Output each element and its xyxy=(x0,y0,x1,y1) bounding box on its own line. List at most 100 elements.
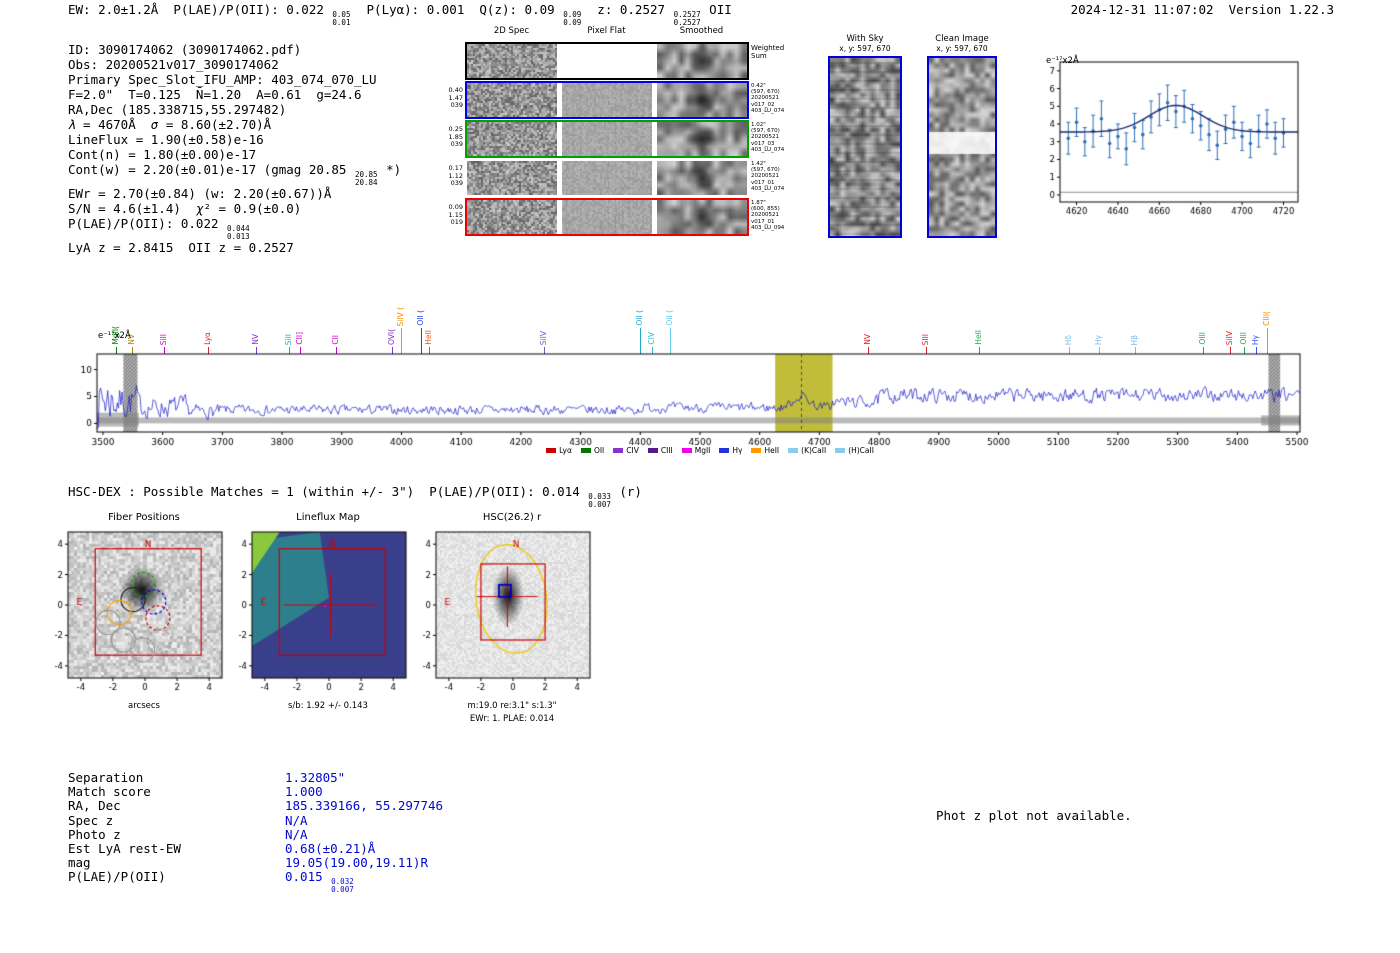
text-token: = 8.60(±2.70)Å xyxy=(158,117,272,132)
stacked-uncertainty: 0.032 0.007 xyxy=(331,877,354,894)
hsc-cutout-caption-2: EWr: 1. PLAE: 0.014 xyxy=(469,714,555,724)
text-token: EWr = 2.70(±0.84) (w: 2.20(±0.67))Å xyxy=(68,186,332,201)
cutout-smooth-panel xyxy=(657,44,747,78)
legend-label: OII xyxy=(593,446,605,455)
stacked-uncertainty: 0.2527 0.2527 xyxy=(673,10,701,27)
cutout-spec-panel xyxy=(467,161,557,195)
spectrum-legend: Lyα OII CIV CIII MgII Hγ HeII (K)CaII (H)CaII xyxy=(430,446,990,455)
legend-swatch xyxy=(546,448,557,453)
legend-item: (K)CaII xyxy=(788,446,826,455)
match-table-label: Match score xyxy=(68,784,151,800)
cutout-spec-panel xyxy=(467,122,557,156)
clean-image-title: Clean Image xyxy=(935,34,989,44)
lineflux-map-plot: Lineflux Map s/b: 1.92 +/- 0.143 xyxy=(222,508,422,713)
cutout-row-annotation: 1.42" (597, 670) 20200521 v017_01 403_LU_074 xyxy=(751,161,785,192)
cutout-flat-panel xyxy=(562,44,652,78)
legend-swatch xyxy=(580,448,591,453)
text-token: *) xyxy=(378,162,402,177)
clean-image-panel: Clean Image x, y: 597, 670 xyxy=(922,34,1002,238)
with-sky-image xyxy=(828,56,902,238)
elixer-report-page: EW: 2.0±1.2Å P(LAE)/P(OII): 0.022 0.05 0.… xyxy=(0,0,1400,953)
legend-item: (H)CaII xyxy=(835,446,874,455)
hsc-cutout-plot: HSC(26.2) r m:19.0 re:3.1" s:1.3" EWr: 1… xyxy=(406,508,606,726)
cutout-row xyxy=(465,81,749,119)
match-table-label: Spec z xyxy=(68,812,114,828)
cutout-row-left-labels: 0.25 1.85 039 xyxy=(448,125,463,148)
stacked-uncertainty: 0.044 0.013 xyxy=(227,224,250,241)
cutout-row-annotation: 1.87" (600, 855) 20200521 v017_01 403_LU_094 xyxy=(751,200,785,231)
legend-label: Lyα xyxy=(559,446,572,455)
text-token: (r) xyxy=(611,484,642,499)
legend-swatch xyxy=(751,448,762,453)
cutout-spec-panel xyxy=(467,200,557,234)
match-table-label: Photo z xyxy=(68,826,121,842)
spectral-line-label: OII ( xyxy=(635,310,645,326)
text-token: OII xyxy=(701,2,732,17)
2d-spectra-cutouts-section: 2D Spec Pixel Flat Smoothed Weighted Sum 0… xyxy=(443,26,813,250)
spectral-line-label: CIII( xyxy=(1262,311,1272,326)
text-token: ID: 3090174062 (3090174062.pdf) xyxy=(68,42,302,57)
legend-label: Hγ xyxy=(732,446,743,455)
match-table-row: Est LyA rest-EW 0.68(±0.21)Å xyxy=(68,840,443,856)
fiber-positions-plot: Fiber Positions arcsecs xyxy=(38,508,238,713)
text-token: = 4670Å xyxy=(75,117,151,132)
match-table-value: 0.68(±0.21)Å xyxy=(285,840,376,856)
cutout-row xyxy=(465,198,749,236)
legend-label: (K)CaII xyxy=(801,446,827,455)
cutout-spec-panel xyxy=(467,44,557,78)
emission-line-labels: MgII(NV SiII Lyα NV SiII CII] CII OVI(SiIV (OII… xyxy=(0,264,1400,354)
main-spectrum-canvas xyxy=(60,342,1320,454)
text-token: HSC-DEX : Possible Matches = 1 (within +… xyxy=(68,484,588,499)
timestamp-version: 2024-12-31 11:07:02 Version 1.22.3 xyxy=(1070,2,1334,17)
text-token: P(Lyα): 0.001 Q(z): 0.09 xyxy=(351,2,563,17)
lineflux-map-title: Lineflux Map xyxy=(296,512,360,523)
match-table-row: mag 19.05(19.00,19.11)R xyxy=(68,855,443,871)
match-table: Separation 1.32805" Match score 1.000 RA, De… xyxy=(68,770,443,894)
match-table-row: Separation 1.32805" xyxy=(68,770,443,785)
spectral-line-label: OII ( xyxy=(415,310,425,326)
cutout-smooth-panel xyxy=(657,83,747,117)
legend-swatch xyxy=(647,448,658,453)
cutout-smooth-panel xyxy=(657,200,747,234)
legend-swatch xyxy=(835,448,846,453)
legend-label: CIV xyxy=(626,446,639,455)
hscdex-summary: HSC-DEX : Possible Matches = 1 (within +… xyxy=(68,484,642,508)
cutout-spec-panel xyxy=(467,83,557,117)
match-table-label: mag xyxy=(68,855,91,871)
cutout-row-annotation: 0.42" (597, 670) 20200521 v017_02 403_LU_074 xyxy=(751,83,785,114)
stacked-uncertainty: 0.033 0.007 xyxy=(588,492,611,509)
stacked-uncertainty: 0.05 0.01 xyxy=(332,10,351,27)
legend-item: Hγ xyxy=(719,446,742,455)
text-token: LyA z = 2.8415 OII z = 0.2527 xyxy=(68,240,294,255)
fiber-positions-xlabel: arcsecs xyxy=(128,701,160,711)
info-line: Obs: 20200521v017_3090174062 xyxy=(68,57,401,72)
info-line: LyA z = 2.8415 OII z = 0.2527 xyxy=(68,240,401,255)
legend-swatch xyxy=(788,448,799,453)
zoom-spectrum-canvas xyxy=(1034,50,1306,220)
match-table-row: Match score 1.000 xyxy=(68,784,443,800)
text-token: S/N = 4.6(±1.4) xyxy=(68,201,196,216)
text-token: ² = 0.9(±0.0) xyxy=(203,201,302,216)
legend-label: (H)CaII xyxy=(848,446,874,455)
text-token: RA,Dec (185.338715,55.297482) xyxy=(68,102,287,117)
match-table-value: N/A xyxy=(285,826,308,842)
clean-image-subtitle: x, y: 597, 670 xyxy=(936,44,988,53)
weighted-sum-label: Weighted Sum xyxy=(751,44,785,60)
fiber-positions-canvas xyxy=(38,526,230,696)
info-line: EWr = 2.70(±0.84) (w: 2.20(±0.67))Å xyxy=(68,186,401,201)
legend-swatch xyxy=(681,448,692,453)
lineflux-map-caption: s/b: 1.92 +/- 0.143 xyxy=(288,701,368,711)
match-table-value: 0.015 0.032 0.007 xyxy=(285,869,354,894)
match-table-value: 1.32805" xyxy=(285,770,346,785)
legend-label: HeII xyxy=(764,446,780,455)
legend-item: HeII xyxy=(751,446,779,455)
cutout-row xyxy=(465,159,749,197)
info-line: λ = 4670Å σ = 8.60(±2.70)Å xyxy=(68,117,401,132)
legend-item: OII xyxy=(580,446,605,455)
cutout-rows: Weighted Sum 0.40 1.47 039 0.42" (597, 670) 202… xyxy=(443,26,813,250)
match-table-label: RA, Dec xyxy=(68,798,121,814)
match-table-value: N/A xyxy=(285,812,308,828)
text-token: P(LAE)/P(OII): 0.022 xyxy=(68,216,227,231)
cutout-flat-panel xyxy=(562,200,652,234)
match-table-row: Spec z N/A xyxy=(68,812,443,828)
